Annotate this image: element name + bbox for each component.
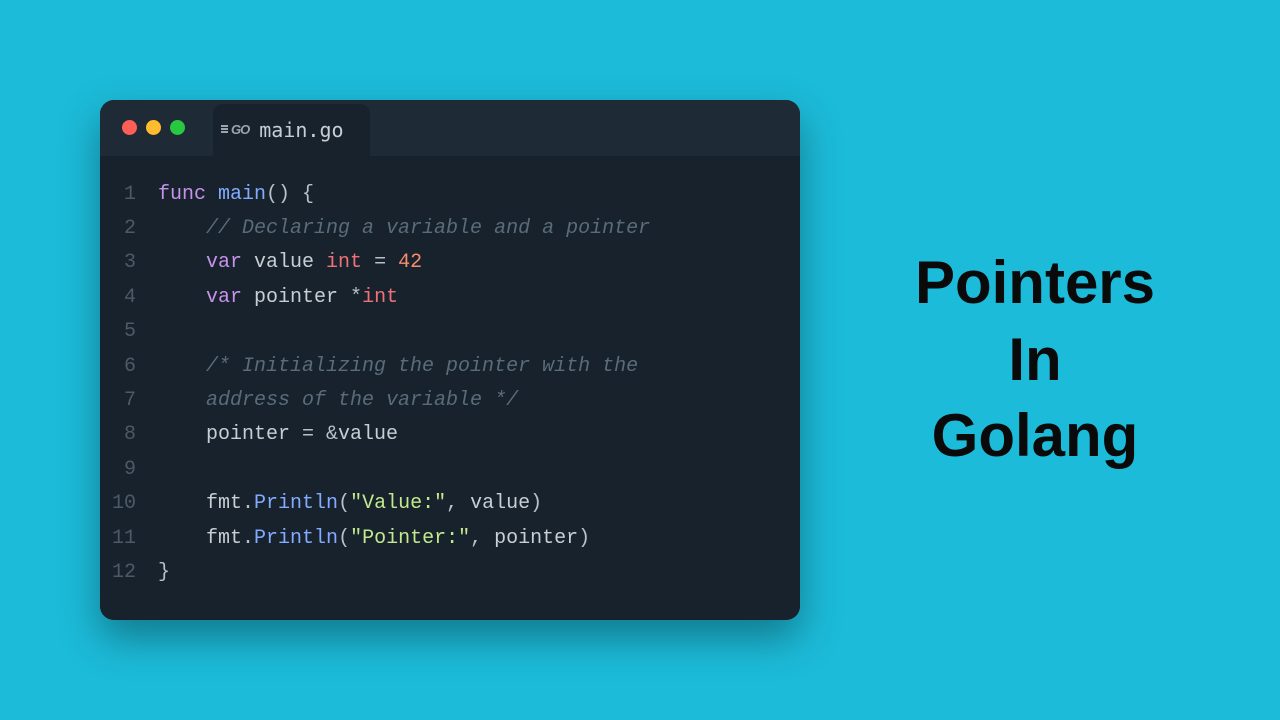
code-line: 2 // Declaring a variable and a pointer <box>100 212 772 246</box>
line-content: address of the variable */ <box>158 384 772 418</box>
token-tp: int <box>326 251 362 274</box>
token-pn: * <box>350 286 362 309</box>
tab-main-go[interactable]: GO main.go <box>213 104 370 156</box>
line-content: } <box>158 556 772 590</box>
line-number: 9 <box>100 453 158 487</box>
traffic-lights <box>100 100 185 135</box>
token-st: "Pointer:" <box>350 527 470 550</box>
token-pn: , <box>470 527 494 550</box>
token-pn: } <box>158 561 170 584</box>
code-line: 11 fmt.Println("Pointer:", pointer) <box>100 522 772 556</box>
token-pn: ( <box>338 492 350 515</box>
token-id: value <box>470 492 530 515</box>
token-id <box>158 492 206 515</box>
line-content <box>158 315 772 349</box>
line-number: 3 <box>100 246 158 280</box>
token-id <box>158 423 206 446</box>
token-id: fmt <box>206 527 242 550</box>
token-fn: Println <box>254 527 338 550</box>
token-id: fmt <box>206 492 242 515</box>
title-line: In <box>850 322 1220 399</box>
token-nm: 42 <box>398 251 422 274</box>
token-fn: main <box>218 183 266 206</box>
token-pn: = <box>362 251 398 274</box>
token-id: pointer <box>494 527 578 550</box>
go-logo-icon: GO <box>231 122 249 137</box>
code-line: 12} <box>100 556 772 590</box>
token-pn: ) <box>578 527 590 550</box>
token-pn: . <box>242 527 254 550</box>
token-st: "Value:" <box>350 492 446 515</box>
token-kw: func <box>158 183 218 206</box>
code-line: 8 pointer = &value <box>100 418 772 452</box>
tab-filename: main.go <box>259 118 343 142</box>
token-pn: () { <box>266 183 314 206</box>
line-number: 8 <box>100 418 158 452</box>
minimize-icon[interactable] <box>146 120 161 135</box>
line-number: 11 <box>100 522 158 556</box>
token-tp: int <box>362 286 398 309</box>
token-cm: address of the variable */ <box>206 389 518 412</box>
token-id: pointer <box>254 286 350 309</box>
code-line: 5 <box>100 315 772 349</box>
line-number: 5 <box>100 315 158 349</box>
token-cm: /* Initializing the pointer with the <box>206 355 638 378</box>
line-content: /* Initializing the pointer with the <box>158 350 772 384</box>
token-id <box>158 251 206 274</box>
title-line: Pointers <box>850 245 1220 322</box>
line-content: pointer = &value <box>158 418 772 452</box>
token-pn: . <box>242 492 254 515</box>
page-title: Pointers In Golang <box>850 245 1220 475</box>
code-line: 1func main() { <box>100 178 772 212</box>
token-id: value <box>254 251 326 274</box>
token-kw: var <box>206 286 254 309</box>
line-content: var pointer *int <box>158 281 772 315</box>
code-editor-window: GO main.go 1func main() {2 // Declaring … <box>100 100 800 621</box>
code-line: 10 fmt.Println("Value:", value) <box>100 487 772 521</box>
token-id <box>158 527 206 550</box>
line-content: var value int = 42 <box>158 246 772 280</box>
title-line: Golang <box>850 398 1220 475</box>
token-pn: ) <box>530 492 542 515</box>
token-id <box>158 355 206 378</box>
token-id: pointer <box>206 423 302 446</box>
code-area: 1func main() {2 // Declaring a variable … <box>100 156 800 621</box>
line-number: 2 <box>100 212 158 246</box>
token-cm: // Declaring a variable and a pointer <box>206 217 650 240</box>
token-kw: var <box>206 251 254 274</box>
line-content: fmt.Println("Pointer:", pointer) <box>158 522 772 556</box>
line-number: 1 <box>100 178 158 212</box>
code-line: 6 /* Initializing the pointer with the <box>100 350 772 384</box>
token-id: value <box>338 423 398 446</box>
maximize-icon[interactable] <box>170 120 185 135</box>
code-line: 3 var value int = 42 <box>100 246 772 280</box>
token-pn: = & <box>302 423 338 446</box>
line-number: 7 <box>100 384 158 418</box>
line-number: 4 <box>100 281 158 315</box>
line-number: 10 <box>100 487 158 521</box>
titlebar: GO main.go <box>100 100 800 156</box>
line-content <box>158 453 772 487</box>
line-number: 12 <box>100 556 158 590</box>
line-content: fmt.Println("Value:", value) <box>158 487 772 521</box>
token-id <box>158 389 206 412</box>
code-line: 7 address of the variable */ <box>100 384 772 418</box>
token-id <box>158 217 206 240</box>
token-pn: ( <box>338 527 350 550</box>
line-content: // Declaring a variable and a pointer <box>158 212 772 246</box>
token-pn: , <box>446 492 470 515</box>
line-content: func main() { <box>158 178 772 212</box>
code-line: 9 <box>100 453 772 487</box>
token-fn: Println <box>254 492 338 515</box>
close-icon[interactable] <box>122 120 137 135</box>
token-id <box>158 286 206 309</box>
line-number: 6 <box>100 350 158 384</box>
code-line: 4 var pointer *int <box>100 281 772 315</box>
